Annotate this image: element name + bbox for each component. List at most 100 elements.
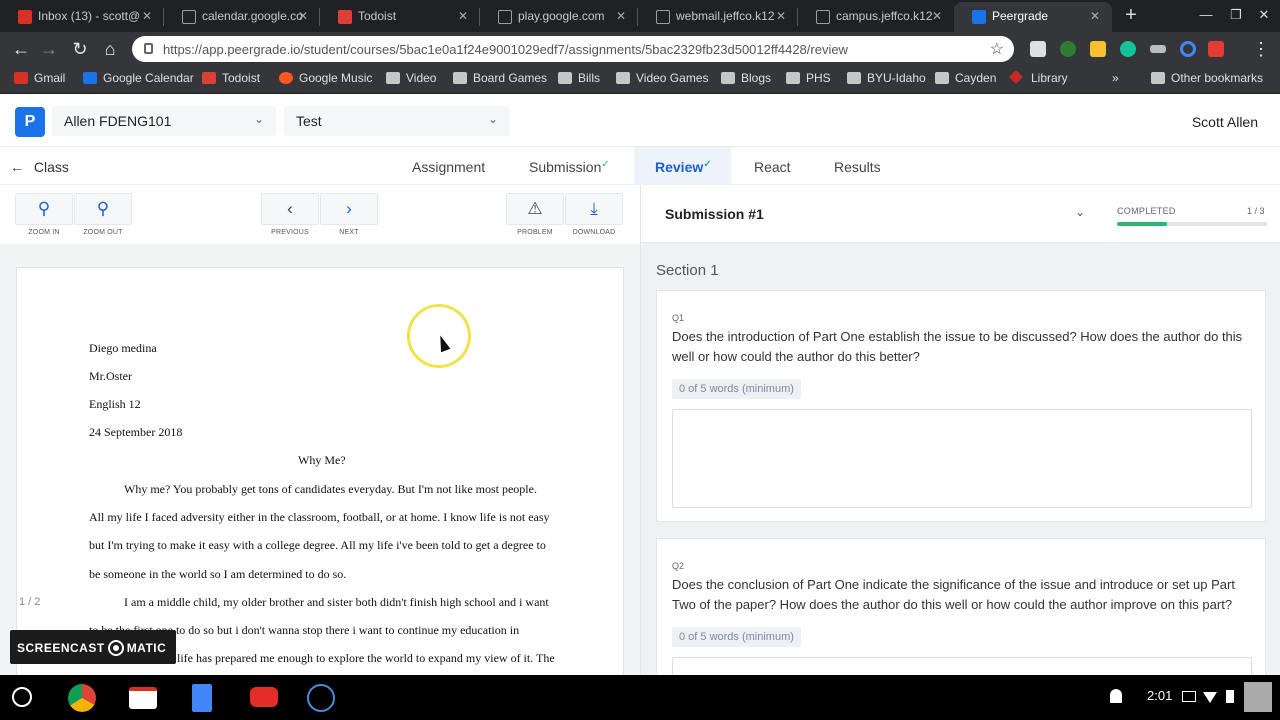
bookmark-video[interactable]: Video: [386, 71, 436, 85]
extension-icon[interactable]: [1150, 45, 1166, 53]
close-tab-icon[interactable]: ✕: [458, 9, 468, 23]
question-number: Q1: [672, 313, 685, 323]
grammarly-icon[interactable]: [1120, 41, 1136, 57]
folder-icon: [1151, 72, 1165, 84]
browser-tab-webmail[interactable]: webmail.jeffco.k12 ✕: [638, 2, 798, 32]
docs-icon[interactable]: [192, 684, 212, 712]
close-tab-icon[interactable]: ✕: [616, 9, 626, 23]
clock[interactable]: 2:01: [1147, 688, 1172, 703]
tab-assignment[interactable]: Assignment: [412, 159, 485, 175]
bookmark-google-calendar[interactable]: Google Calendar: [83, 71, 194, 85]
screencast-extension-icon[interactable]: [1180, 41, 1196, 57]
close-tab-icon[interactable]: ✕: [298, 9, 308, 23]
page-icon: [816, 10, 830, 24]
back-to-class-link[interactable]: ← Class: [10, 159, 69, 175]
os-shelf: 2:01: [0, 675, 1280, 720]
reload-icon[interactable]: ↻: [69, 38, 91, 60]
download-button[interactable]: ⤓: [565, 193, 623, 225]
bookmark-todoist[interactable]: Todoist: [202, 71, 260, 85]
bookmark-star-icon[interactable]: ☆: [990, 39, 1004, 59]
bookmark-bills[interactable]: Bills: [558, 71, 600, 85]
extension-icon[interactable]: [1090, 41, 1106, 57]
report-problem-button[interactable]: ⚠: [506, 193, 564, 225]
peergrade-logo[interactable]: P: [15, 107, 45, 137]
bookmark-cayden[interactable]: Cayden: [935, 71, 996, 85]
bookmark-label: Video: [406, 71, 437, 85]
answer-textarea-q1[interactable]: [672, 409, 1252, 508]
bookmark-label: Library: [1031, 71, 1068, 85]
evernote-icon[interactable]: [1060, 41, 1076, 57]
browser-tab-play[interactable]: play.google.com ✕: [480, 2, 638, 32]
calendar-icon: [83, 72, 97, 84]
youtube-icon[interactable]: [250, 687, 278, 707]
bookmark-byu-idaho[interactable]: BYU-Idaho: [847, 71, 926, 85]
doc-line: but I'm trying to make it easy with a co…: [89, 538, 546, 552]
page-indicator: 1 / 2: [19, 596, 41, 608]
other-bookmarks[interactable]: Other bookmarks: [1151, 71, 1263, 85]
launcher-icon[interactable]: [12, 687, 32, 707]
problem-label: PROBLEM: [517, 229, 553, 236]
completion-progress-bar: [1117, 222, 1267, 226]
wifi-icon[interactable]: [1203, 692, 1217, 703]
close-tab-icon[interactable]: ✕: [142, 9, 152, 23]
tab-title: webmail.jeffco.k12: [676, 9, 775, 23]
battery-icon[interactable]: [1226, 690, 1234, 703]
tab-submission[interactable]: Submission✓: [529, 159, 610, 175]
close-tab-icon[interactable]: ✕: [1090, 9, 1100, 23]
bookmark-gmail[interactable]: Gmail: [14, 71, 65, 85]
bookmark-blogs[interactable]: Blogs: [721, 71, 771, 85]
user-name[interactable]: Scott Allen: [1192, 114, 1258, 130]
browser-tab-gmail[interactable]: Inbox (13) - scott@ ✕: [0, 2, 164, 32]
course-select[interactable]: Allen FDENG101 ⌄: [52, 106, 276, 136]
browser-tab-calendar[interactable]: calendar.google.co ✕: [164, 2, 320, 32]
folder-icon: [453, 72, 467, 84]
bookmark-video-games[interactable]: Video Games: [616, 71, 709, 85]
chrome-icon[interactable]: [68, 684, 96, 712]
tab-react[interactable]: React: [754, 159, 791, 175]
bookmark-label: Other bookmarks: [1171, 71, 1264, 85]
address-bar[interactable]: https://app.peergrade.io/student/courses…: [132, 36, 1014, 62]
tab-results[interactable]: Results: [834, 159, 881, 175]
assignment-select[interactable]: Test ⌄: [284, 106, 510, 136]
screen-share-icon[interactable]: [1182, 691, 1196, 702]
watermark-text-left: SCREENCAST: [17, 641, 105, 655]
close-tab-icon[interactable]: ✕: [776, 9, 786, 23]
avatar[interactable]: [1244, 682, 1272, 712]
tab-title: campus.jeffco.k12: [836, 9, 933, 23]
menu-icon[interactable]: ⋮: [1250, 38, 1272, 60]
bookmark-google-music[interactable]: Google Music: [279, 71, 372, 85]
gmail-app-icon[interactable]: [129, 687, 157, 709]
close-window-button[interactable]: ✕: [1254, 7, 1274, 23]
gmail-icon: [14, 72, 28, 84]
browser-tab-campus[interactable]: campus.jeffco.k12 ✕: [798, 2, 954, 32]
zoom-in-button[interactable]: ⚲: [15, 193, 73, 225]
doc-line: Diego medina: [89, 341, 157, 355]
browser-tab-peergrade[interactable]: Peergrade ✕: [954, 2, 1112, 32]
zoom-in-icon: ⚲: [37, 199, 51, 218]
bookmark-library[interactable]: Library: [1008, 69, 1068, 85]
zoom-out-button[interactable]: ⚲: [74, 193, 132, 225]
document-viewer[interactable]: Diego medina Mr.Oster English 12 24 Sept…: [0, 245, 640, 687]
notification-icon[interactable]: [1110, 689, 1122, 703]
close-tab-icon[interactable]: ✕: [932, 9, 942, 23]
doc-line: life has prepared me enough to explore t…: [177, 651, 555, 665]
assignment-nav: ← Class Assignment Submission✓ Review✓ R…: [0, 147, 1280, 185]
browser-tab-todoist[interactable]: Todoist ✕: [320, 2, 480, 32]
extension-icon[interactable]: [1208, 41, 1224, 57]
back-arrow-icon[interactable]: ←: [10, 38, 32, 60]
new-tab-button[interactable]: +: [1120, 5, 1142, 27]
review-panel: Submission #1 ⌄ COMPLETED 1 / 3 Section …: [640, 185, 1280, 698]
bookmark-board-games[interactable]: Board Games: [453, 71, 547, 85]
previous-page-button[interactable]: ‹: [261, 193, 319, 225]
submission-select[interactable]: Submission #1 ⌄: [657, 199, 1095, 229]
bookmark-phs[interactable]: PHS: [786, 71, 831, 85]
tab-review[interactable]: Review✓: [655, 159, 712, 175]
maximize-button[interactable]: ❐: [1226, 7, 1246, 23]
more-bookmarks-icon[interactable]: »: [1112, 71, 1119, 85]
minimize-button[interactable]: —: [1196, 7, 1216, 22]
screencast-app-icon[interactable]: [307, 684, 335, 712]
forward-arrow-icon[interactable]: →: [38, 38, 60, 60]
extension-icon[interactable]: [1030, 41, 1046, 57]
home-icon[interactable]: ⌂: [99, 38, 121, 60]
next-page-button[interactable]: ›: [320, 193, 378, 225]
